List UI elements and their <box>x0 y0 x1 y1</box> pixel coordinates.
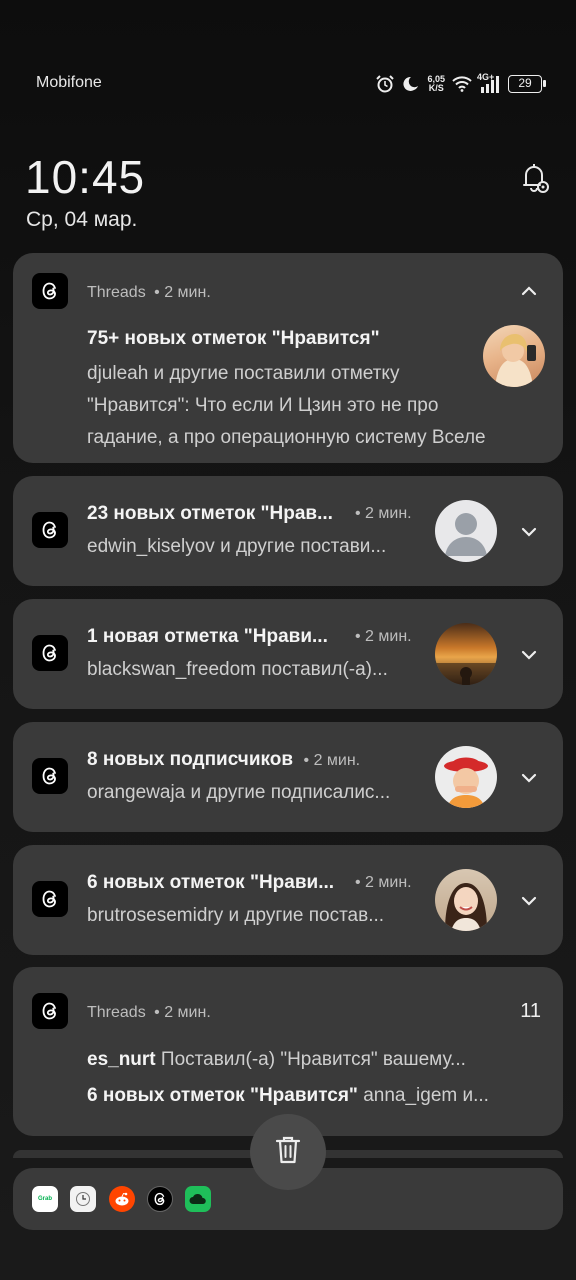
notification-title: 75+ новых отметок "Нравится" <box>87 328 380 349</box>
expand-chevron-icon[interactable] <box>517 889 541 913</box>
threads-app-icon <box>32 993 68 1029</box>
moon-icon <box>402 75 420 93</box>
notification-title: 8 новых подписчиков <box>87 749 294 770</box>
avatar <box>435 869 497 931</box>
threads-app-icon <box>32 635 68 671</box>
notification-card[interactable]: 23 новых отметок "Нрав... • 2 мин. edwin… <box>13 476 563 586</box>
threads-app-icon <box>32 881 68 917</box>
expand-chevron-icon[interactable] <box>517 643 541 667</box>
notification-body-line: гадание, а про операционную систему Всел… <box>87 427 486 448</box>
notification-time: • 2 мин. <box>154 1004 211 1021</box>
threads-app-icon <box>32 512 68 548</box>
collapse-chevron-icon[interactable] <box>517 279 541 303</box>
date: Ср, 04 мар. <box>26 208 138 231</box>
notification-body: edwin_kiselyov и другие постави... <box>87 536 387 557</box>
app-name: Threads <box>87 284 146 301</box>
trash-icon <box>274 1135 302 1170</box>
expand-chevron-icon[interactable] <box>517 520 541 544</box>
notification-title: 23 новых отметок "Нрав... <box>87 503 333 524</box>
notification-card[interactable]: 8 новых подписчиков • 2 мин. orangewaja … <box>13 722 563 832</box>
notification-body: brutrosesemidry и другие постав... <box>87 905 385 926</box>
avatar <box>483 325 545 387</box>
notification-user: es_nurt <box>87 1049 156 1070</box>
status-bar: Mobifone 6,05 K/S 4G+ 29 <box>0 70 576 98</box>
expand-chevron-icon[interactable] <box>517 766 541 790</box>
threads-app-icon <box>32 758 68 794</box>
notification-time: • 2 мин. <box>355 874 412 891</box>
notification-card[interactable]: 6 новых отметок "Нрави... • 2 мин. brutr… <box>13 845 563 955</box>
notification-title: 1 новая отметка "Нрави... <box>87 626 328 647</box>
notification-time: • 2 мин. <box>303 752 361 769</box>
notification-time: • 2 мин. <box>154 284 211 301</box>
notification-title: 6 новых отметок "Нравится" <box>87 1085 358 1106</box>
clock: 10:45 <box>25 151 146 203</box>
avatar <box>435 500 497 562</box>
battery-indicator: 29 <box>508 75 546 93</box>
notification-body: orangewaja и другие подписалис... <box>87 782 391 803</box>
notification-time: • 2 мин. <box>355 505 412 522</box>
cloud-app-icon[interactable] <box>185 1186 211 1212</box>
clock-app-icon[interactable] <box>70 1186 96 1212</box>
notification-count[interactable]: 11 <box>520 1000 541 1023</box>
notification-card-expanded[interactable]: Threads • 2 мин. 75+ новых отметок "Нрав… <box>13 253 563 463</box>
network-speed: 6,05 K/S <box>427 74 445 93</box>
wifi-icon <box>452 76 472 92</box>
reddit-app-icon[interactable] <box>109 1186 135 1212</box>
carrier-name: Mobifone <box>36 74 102 91</box>
notification-body: Поставил(-а) "Нравится" вашему... <box>160 1049 466 1070</box>
clear-all-button[interactable] <box>250 1114 326 1190</box>
alarm-icon <box>375 74 395 94</box>
notification-card[interactable]: 1 новая отметка "Нрави... • 2 мин. black… <box>13 599 563 709</box>
signal-icon: 4G+ <box>477 72 501 93</box>
notification-settings-icon[interactable] <box>516 160 552 196</box>
avatar <box>435 623 497 685</box>
threads-app-icon <box>32 273 68 309</box>
avatar <box>435 746 497 808</box>
notification-body-line: "Нравится": Что если И Цзин это не про <box>87 395 439 416</box>
notification-body: anna_igem и... <box>363 1085 489 1106</box>
grab-app-icon[interactable]: Grab <box>32 1186 58 1212</box>
threads-app-icon[interactable] <box>147 1186 173 1212</box>
notification-title: 6 новых отметок "Нрави... <box>87 872 335 893</box>
notification-body: blackswan_freedom поставил(-а)... <box>87 659 388 680</box>
notification-group-card[interactable]: Threads • 2 мин. 11 es_nurt Поставил(-а)… <box>13 967 563 1136</box>
notification-body-line: djuleah и другие поставили отметку <box>87 363 400 384</box>
app-name: Threads <box>87 1004 146 1021</box>
notification-time: • 2 мин. <box>355 628 412 645</box>
